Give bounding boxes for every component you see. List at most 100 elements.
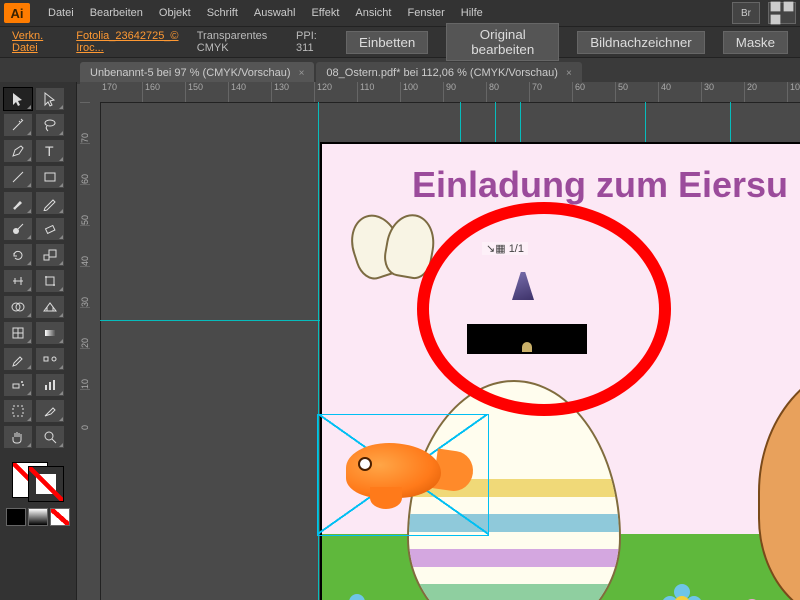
menu-effekt[interactable]: Effekt <box>303 7 347 19</box>
ruler-tick: 20 <box>80 307 90 348</box>
document-tabs: Unbenannt-5 bei 97 % (CMYK/Vorschau) × 0… <box>0 58 800 84</box>
embed-button[interactable]: Einbetten <box>346 31 428 54</box>
direct-selection-tool[interactable] <box>36 88 64 110</box>
ruler-tick: 70 <box>530 82 573 102</box>
ruler-tick: 0 <box>80 389 90 430</box>
menu-schrift[interactable]: Schrift <box>199 7 246 19</box>
ruler-tick: 150 <box>186 82 229 102</box>
tab-unbenannt5[interactable]: Unbenannt-5 bei 97 % (CMYK/Vorschau) × <box>80 62 314 84</box>
mask-button[interactable]: Maske <box>723 31 788 54</box>
graph-tool[interactable] <box>36 374 64 396</box>
control-bar: Verkn. Datei Fotolia_23642725_© Iroc... … <box>0 27 800 58</box>
artboard: Einladung zum Eiersu <box>320 142 800 600</box>
blob-brush-tool[interactable] <box>4 218 32 240</box>
symbol-sprayer-tool[interactable] <box>4 374 32 396</box>
rectangle-tool[interactable] <box>36 166 64 188</box>
artboard-tool[interactable] <box>4 400 32 422</box>
scale-tool[interactable] <box>36 244 64 266</box>
slice-tool[interactable] <box>36 400 64 422</box>
width-tool[interactable] <box>4 270 32 292</box>
eyedropper-tool[interactable] <box>4 348 32 370</box>
eraser-tool[interactable] <box>36 218 64 240</box>
image-trace-button[interactable]: Bildnachzeichner <box>577 31 705 54</box>
canvas[interactable]: Einladung zum Eiersu <box>100 102 800 600</box>
menu-bar: Ai Datei Bearbeiten Objekt Schrift Auswa… <box>0 0 800 27</box>
shape-builder-tool[interactable] <box>4 296 32 318</box>
magic-wand-tool[interactable] <box>4 114 32 136</box>
svg-text:T: T <box>45 143 54 159</box>
ruler-tick: 20 <box>745 82 788 102</box>
ruler-tick: 160 <box>143 82 186 102</box>
menu-ansicht[interactable]: Ansicht <box>347 7 399 19</box>
zoom-tool[interactable] <box>36 426 64 448</box>
line-tool[interactable] <box>4 166 32 188</box>
mesh-tool[interactable] <box>4 322 32 344</box>
ruler-tick: 80 <box>487 82 530 102</box>
horizontal-ruler[interactable]: 1701601501401301201101009080706050403020… <box>100 82 800 103</box>
perspective-tool[interactable] <box>36 296 64 318</box>
pencil-tool[interactable] <box>36 192 64 214</box>
ruler-tick: 60 <box>573 82 616 102</box>
ruler-tick: 110 <box>358 82 401 102</box>
pen-tool[interactable] <box>4 140 32 162</box>
ruler-tick: 90 <box>444 82 487 102</box>
edit-original-button[interactable]: Original bearbeiten <box>446 23 559 61</box>
rotate-tool[interactable] <box>4 244 32 266</box>
stroke-swatch[interactable] <box>28 466 64 502</box>
linked-filename[interactable]: Fotolia_23642725_© Iroc... <box>76 30 179 54</box>
ruler-tick: 40 <box>659 82 702 102</box>
tab-label: Unbenannt-5 bei 97 % (CMYK/Vorschau) <box>90 67 291 79</box>
ruler-tick: 70 <box>80 102 90 143</box>
ppi-info: PPI: 311 <box>296 30 328 54</box>
ruler-tick: 130 <box>272 82 315 102</box>
artwork-flower <box>337 594 377 600</box>
ruler-tick: 30 <box>80 266 90 307</box>
annotation-circle <box>417 202 671 416</box>
ruler-tick: 170 <box>100 82 143 102</box>
hand-tool[interactable] <box>4 426 32 448</box>
paintbrush-tool[interactable] <box>4 192 32 214</box>
work-area: 1701601501401301201101009080706050403020… <box>80 82 800 600</box>
gradient-mode-icon[interactable] <box>28 508 48 526</box>
menu-objekt[interactable]: Objekt <box>151 7 199 19</box>
close-icon[interactable]: × <box>566 68 572 79</box>
menu-datei[interactable]: Datei <box>40 7 82 19</box>
artwork-headline: Einladung zum Eiersu <box>412 164 788 206</box>
fill-stroke-swatches[interactable] <box>4 458 72 526</box>
grid-icon <box>769 0 795 26</box>
ruler-tick: 120 <box>315 82 358 102</box>
ruler-tick: 100 <box>401 82 444 102</box>
lasso-tool[interactable] <box>36 114 64 136</box>
close-icon[interactable]: × <box>299 68 305 79</box>
type-tool[interactable]: T <box>36 140 64 162</box>
ruler-tick: 10 <box>80 348 90 389</box>
tools-panel: T <box>0 82 77 600</box>
vertical-ruler[interactable]: 706050403020100 <box>80 102 101 600</box>
ruler-tick: 140 <box>229 82 272 102</box>
free-transform-tool[interactable] <box>36 270 64 292</box>
ruler-tick: 40 <box>80 225 90 266</box>
tab-label: 08_Ostern.pdf* bei 112,06 % (CMYK/Vorsch… <box>326 67 558 79</box>
menu-auswahl[interactable]: Auswahl <box>246 7 304 19</box>
ruler-tick: 10 <box>788 82 800 102</box>
ruler-tick: 60 <box>80 143 90 184</box>
artwork-flower <box>662 584 702 600</box>
arrange-documents-button[interactable] <box>768 2 796 24</box>
gradient-tool[interactable] <box>36 322 64 344</box>
blend-tool[interactable] <box>36 348 64 370</box>
color-mode-icon[interactable] <box>6 508 26 526</box>
ruler-tick: 50 <box>616 82 659 102</box>
none-mode-icon[interactable] <box>50 508 70 526</box>
bridge-button[interactable]: Br <box>732 2 760 24</box>
ruler-tick: 50 <box>80 184 90 225</box>
tab-ostern[interactable]: 08_Ostern.pdf* bei 112,06 % (CMYK/Vorsch… <box>316 62 581 84</box>
app-logo-icon: Ai <box>4 3 30 23</box>
linked-file-label[interactable]: Verkn. Datei <box>12 30 58 54</box>
menu-hilfe[interactable]: Hilfe <box>453 7 491 19</box>
ruler-tick: 30 <box>702 82 745 102</box>
menu-bearbeiten[interactable]: Bearbeiten <box>82 7 151 19</box>
placed-image-fish[interactable] <box>317 414 489 536</box>
menu-fenster[interactable]: Fenster <box>399 7 452 19</box>
selection-tool[interactable] <box>4 88 32 110</box>
transparency-info: Transparentes CMYK <box>197 30 278 54</box>
